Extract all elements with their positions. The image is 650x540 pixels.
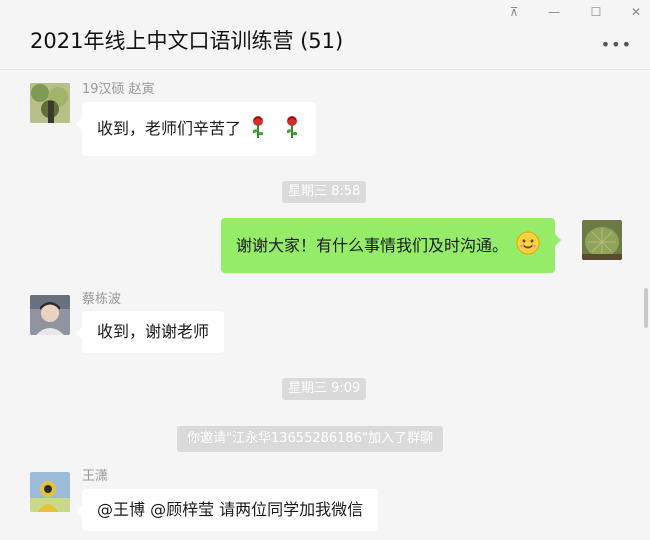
- pin-icon[interactable]: ⊼: [500, 2, 528, 22]
- message-text: 谢谢大家！有什么事情我们及时沟通。: [236, 235, 509, 255]
- message-text: @王博 @顾梓莹 请两位同学加我微信: [97, 500, 364, 519]
- timestamp: 星期三 9:09: [282, 378, 367, 400]
- message-bubble[interactable]: 收到，老师们辛苦了: [75, 102, 317, 156]
- message-text: 收到，老师们辛苦了: [97, 119, 242, 138]
- message-bubble[interactable]: @王博 @顾梓莹 请两位同学加我微信: [75, 489, 379, 531]
- chat-title: 2021年线上中文口语训练营 (51): [30, 29, 344, 53]
- system-notice: 你邀请"江永华13655286186"加入了群聊: [177, 426, 443, 452]
- scrollbar-thumb[interactable]: [644, 288, 648, 328]
- timestamp: 星期三 8:58: [282, 181, 367, 203]
- more-options-icon[interactable]: •••: [601, 37, 632, 53]
- avatar[interactable]: [30, 295, 70, 335]
- message-bubble[interactable]: 收到，谢谢老师: [75, 311, 225, 353]
- self-avatar[interactable]: [582, 220, 622, 260]
- sender-name: 19汉硕 赵寅: [82, 82, 155, 97]
- message-list[interactable]: 19汉硕 赵寅 收到，老师们辛苦了 星期三 8:58 谢谢大家！有什么事情我们及…: [0, 70, 650, 540]
- message-bubble-self[interactable]: 谢谢大家！有什么事情我们及时沟通。: [221, 218, 562, 273]
- minimize-button[interactable]: —: [540, 2, 568, 22]
- sender-name: 蔡栋波: [82, 292, 122, 307]
- close-button[interactable]: ✕: [622, 2, 650, 22]
- title-bar: ⊼ — ☐ ✕ 2021年线上中文口语训练营 (51) •••: [0, 0, 650, 70]
- smile-emoji-icon: [516, 231, 540, 260]
- message-text: 收到，谢谢老师: [97, 322, 210, 341]
- rose-icon: [249, 115, 267, 144]
- avatar[interactable]: [30, 472, 70, 512]
- sender-name: 王潇: [82, 469, 109, 484]
- rose-icon: [283, 115, 301, 144]
- maximize-button[interactable]: ☐: [582, 2, 610, 22]
- avatar[interactable]: [30, 83, 70, 123]
